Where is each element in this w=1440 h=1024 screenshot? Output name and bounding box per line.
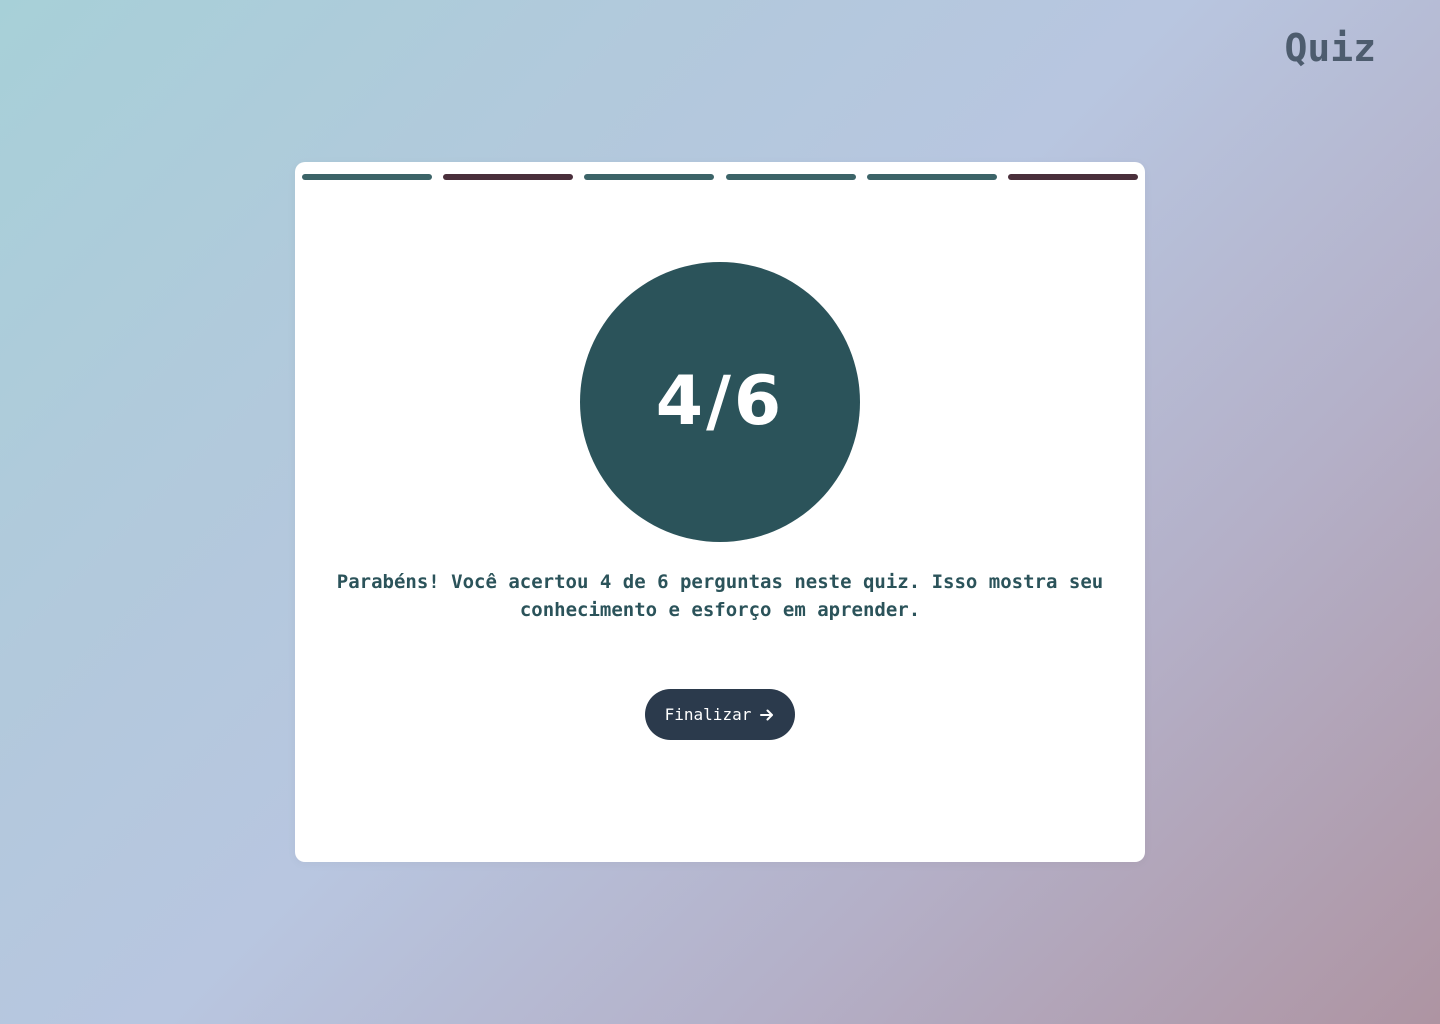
progress-segment-1	[302, 174, 432, 180]
app-title: Quiz	[1284, 26, 1376, 70]
finish-button[interactable]: Finalizar	[645, 689, 795, 740]
progress-segment-3	[584, 174, 715, 180]
result-card: 4/6 Parabéns! Você acertou 4 de 6 pergun…	[295, 162, 1145, 862]
progress-segment-6	[1007, 174, 1138, 180]
progress-segment-2	[443, 174, 574, 180]
progress-segment-5	[866, 174, 997, 180]
arrow-right-icon	[759, 707, 775, 723]
question-progress-bar	[302, 174, 1138, 181]
finish-button-label: Finalizar	[664, 705, 752, 724]
result-message: Parabéns! Você acertou 4 de 6 perguntas …	[336, 571, 1104, 621]
score-circle: 4/6	[580, 262, 860, 542]
progress-segment-4	[725, 174, 856, 180]
score-value: 4/6	[655, 362, 785, 441]
